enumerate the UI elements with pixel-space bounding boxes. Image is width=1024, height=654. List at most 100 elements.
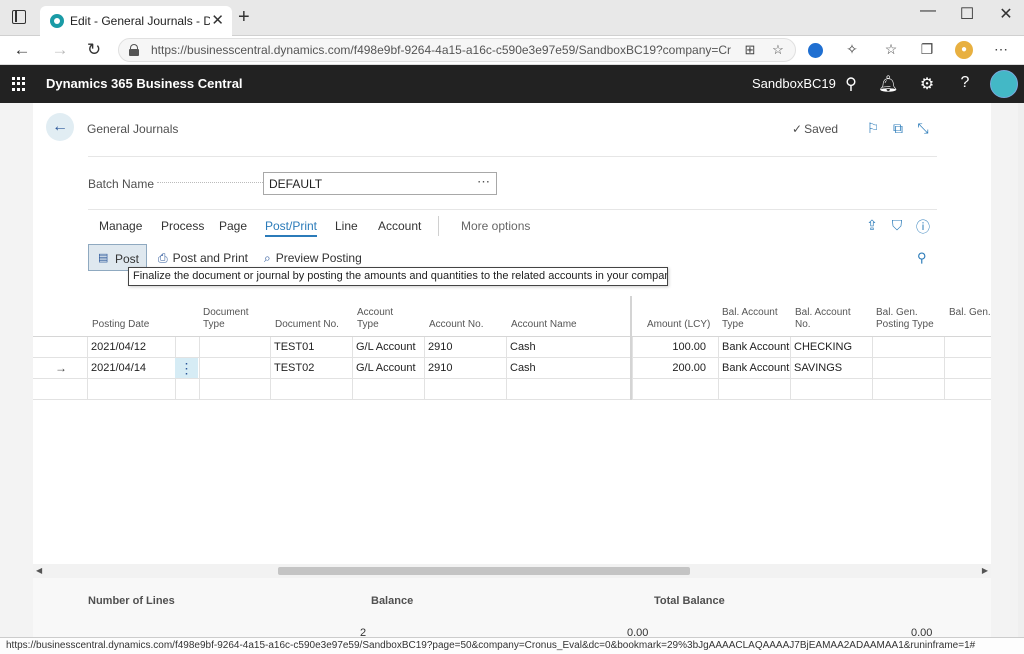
cell-posting-date[interactable] [87, 379, 175, 400]
cell-bal-account-no[interactable]: SAVINGS [790, 358, 872, 379]
share-icon[interactable]: ⇪ [864, 217, 880, 234]
browser-essentials-icon[interactable] [808, 43, 823, 58]
post-and-print-button[interactable]: ⎙ Post and Print [158, 251, 248, 266]
col-bal-gen-bus-posting-group[interactable]: Bal. Gen. Bus. Posting Group [949, 307, 991, 319]
cell-bal-gen-posting-type[interactable] [872, 358, 944, 379]
forward-icon[interactable]: → [50, 40, 70, 60]
table-row[interactable]: 2021/04/12 TEST01 G/L Account 2910 Cash … [33, 337, 991, 358]
cell-account-name[interactable] [506, 379, 631, 400]
cell-account-no[interactable] [424, 379, 506, 400]
cell-document-no[interactable]: TEST02 [270, 358, 352, 379]
cell-document-type[interactable] [199, 358, 270, 379]
scroll-left-icon[interactable]: ◀ [36, 566, 42, 575]
settings-gear-icon[interactable]: ⚙ [917, 74, 937, 94]
menu-line[interactable]: Line [335, 219, 358, 233]
row-menu-icon[interactable]: ⋮ [175, 358, 198, 378]
pin-icon[interactable]: ⚲ [917, 250, 927, 266]
back-arrow-icon[interactable]: ← [46, 113, 74, 141]
cell-bal-gen-posting-type[interactable] [872, 379, 944, 400]
batch-name-field[interactable]: DEFAULT ⋯ [263, 172, 497, 195]
col-document-type[interactable]: Document Type [203, 307, 263, 331]
cell-bal-account-no[interactable]: CHECKING [790, 337, 872, 358]
url-field[interactable]: https://businesscentral.dynamics.com/f49… [118, 38, 796, 62]
info-icon[interactable]: ⓘ [915, 217, 931, 237]
cell-row-menu[interactable] [175, 379, 199, 400]
col-account-no[interactable]: Account No. [429, 319, 483, 331]
cell-account-no[interactable]: 2910 [424, 358, 506, 379]
cell-posting-date[interactable]: 2021/04/12 [87, 337, 175, 358]
batch-lookup-icon[interactable]: ⋯ [477, 174, 490, 190]
profile-icon[interactable]: ● [955, 41, 973, 59]
cell-account-no[interactable]: 2910 [424, 337, 506, 358]
table-row-empty[interactable] [33, 379, 991, 400]
menu-post-print[interactable]: Post/Print [265, 219, 318, 237]
cell-bal-account-type[interactable]: Bank Account [718, 337, 790, 358]
col-bal-account-no[interactable]: Bal. Account No. [795, 307, 861, 331]
col-amount[interactable]: Amount (LCY) [647, 319, 710, 331]
cell-amount[interactable]: 100.00 [632, 337, 718, 358]
cell-amount[interactable] [632, 379, 718, 400]
app-launcher-icon[interactable] [12, 77, 26, 91]
window-close-icon[interactable]: ✕ [996, 4, 1016, 24]
table-row[interactable]: → 2021/04/14 ⋮ TEST02 G/L Account 2910 C… [33, 358, 991, 379]
favorites-icon[interactable]: ☆ [882, 41, 900, 58]
col-bal-gen-posting-type[interactable]: Bal. Gen. Posting Type [876, 307, 946, 331]
grid-horizontal-scrollbar[interactable]: ◀ ▶ [33, 564, 991, 578]
maximize-icon[interactable]: ☐ [957, 4, 977, 24]
cell-document-no[interactable]: TEST01 [270, 337, 352, 358]
help-icon[interactable]: ? [955, 74, 975, 92]
cell-bal-gen-bus-posting-group[interactable] [944, 337, 991, 358]
cell-bal-gen-posting-type[interactable] [872, 337, 944, 358]
col-posting-date[interactable]: Posting Date [92, 319, 149, 331]
refresh-icon[interactable]: ↻ [84, 40, 104, 60]
user-avatar[interactable] [990, 70, 1018, 98]
menu-manage[interactable]: Manage [99, 219, 142, 233]
collections-icon[interactable]: ❐ [918, 41, 936, 58]
tab-actions-icon[interactable] [12, 10, 26, 24]
menu-page[interactable]: Page [219, 219, 247, 233]
browser-tab[interactable]: Edit - General Journals - Dynamics 365 B… [40, 6, 232, 36]
cell-bal-gen-bus-posting-group[interactable] [944, 379, 991, 400]
back-icon[interactable]: ← [12, 40, 32, 60]
col-account-type[interactable]: Account Type [357, 307, 407, 331]
filter-icon[interactable]: ⛉ [889, 217, 905, 234]
cell-posting-date[interactable]: 2021/04/14 [87, 358, 175, 379]
more-options-button[interactable]: More options [461, 219, 530, 233]
cell-bal-gen-bus-posting-group[interactable] [944, 358, 991, 379]
cell-account-type[interactable]: G/L Account [352, 337, 424, 358]
cell-account-type[interactable]: G/L Account [352, 358, 424, 379]
search-icon[interactable]: ⚲ [841, 74, 861, 94]
scroll-right-icon[interactable]: ▶ [982, 566, 988, 575]
notifications-bell-icon[interactable]: 🔔︎ [878, 74, 898, 94]
open-new-window-icon[interactable]: ⧉ [890, 120, 906, 137]
scrollbar-thumb[interactable] [278, 567, 690, 575]
cell-account-name[interactable]: Cash [506, 358, 631, 379]
col-document-no[interactable]: Document No. [275, 319, 339, 331]
cell-account-type[interactable] [352, 379, 424, 400]
extensions-icon[interactable]: ✧ [843, 41, 861, 58]
menu-process[interactable]: Process [161, 219, 204, 233]
favorite-star-icon[interactable]: ☆ [769, 42, 787, 58]
col-account-name[interactable]: Account Name [511, 319, 577, 331]
cell-document-type[interactable] [199, 379, 270, 400]
preview-posting-button[interactable]: ⌕ Preview Posting [264, 251, 362, 266]
cell-row-menu[interactable] [175, 337, 199, 358]
more-menu-icon[interactable]: ⋯ [992, 41, 1010, 58]
cell-document-type[interactable] [199, 337, 270, 358]
cell-bal-account-no[interactable] [790, 379, 872, 400]
cell-bal-account-type[interactable]: Bank Account [718, 358, 790, 379]
minimize-icon[interactable]: — [918, 2, 938, 20]
cell-account-name[interactable]: Cash [506, 337, 631, 358]
cell-document-no[interactable] [270, 379, 352, 400]
app-available-icon[interactable]: ⊞ [741, 42, 759, 58]
cell-bal-account-type[interactable] [718, 379, 790, 400]
bookmark-icon[interactable]: ⚐ [865, 120, 881, 137]
close-tab-icon[interactable]: ✕ [211, 11, 224, 29]
app-name: Dynamics 365 Business Central [46, 76, 243, 91]
page-vertical-scrollbar[interactable] [1018, 103, 1024, 637]
cell-amount[interactable]: 200.00 [632, 358, 718, 379]
new-tab-icon[interactable]: + [238, 6, 250, 29]
collapse-icon[interactable]: ⤡ [915, 120, 931, 137]
col-bal-account-type[interactable]: Bal. Account Type [722, 307, 788, 331]
menu-account[interactable]: Account [378, 219, 421, 233]
